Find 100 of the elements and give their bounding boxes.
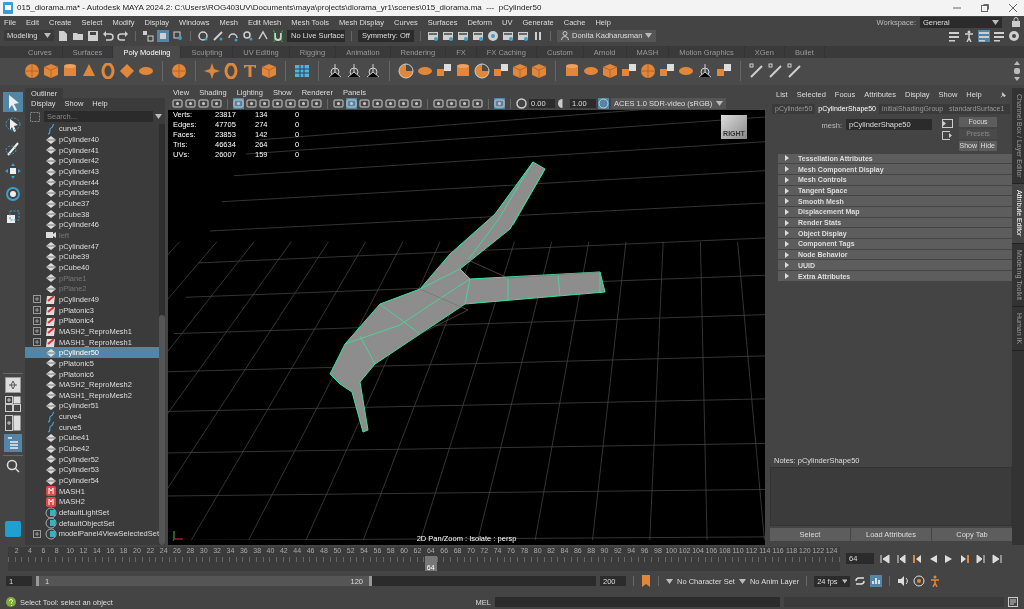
filter-icon[interactable] bbox=[30, 111, 40, 122]
diamond-icon[interactable] bbox=[119, 63, 135, 80]
caret-icon bbox=[645, 33, 653, 39]
go-to-end-icon[interactable] bbox=[992, 553, 1002, 564]
output-connection-icon[interactable] bbox=[942, 130, 953, 140]
expand-box-icon[interactable] bbox=[33, 327, 41, 336]
sphere-icon[interactable] bbox=[640, 63, 656, 80]
sound-icon[interactable] bbox=[897, 576, 910, 587]
play-forward-icon[interactable] bbox=[944, 553, 954, 564]
outliner-icon[interactable] bbox=[993, 29, 1005, 42]
single-view-layout-icon[interactable] bbox=[4, 376, 21, 393]
command-line-field[interactable] bbox=[495, 597, 780, 608]
go-to-start-icon[interactable] bbox=[880, 553, 890, 564]
mesh-node-icon bbox=[45, 400, 57, 412]
curve-icon bbox=[45, 421, 57, 434]
select-tool-icon[interactable] bbox=[2, 91, 23, 112]
camera-icon[interactable] bbox=[198, 98, 209, 110]
human-ik-icon[interactable] bbox=[963, 29, 975, 42]
step-back-frame-icon[interactable] bbox=[912, 553, 922, 564]
mash-mesh-icon bbox=[45, 336, 57, 349]
character-icon[interactable] bbox=[929, 575, 942, 588]
sphere-icon[interactable] bbox=[24, 63, 40, 80]
mesh-node-icon bbox=[45, 176, 57, 189]
pause-icon[interactable] bbox=[532, 29, 544, 42]
magnet-icon[interactable] bbox=[272, 29, 284, 42]
cube-icon[interactable] bbox=[43, 63, 59, 80]
expand-box-icon[interactable] bbox=[33, 316, 41, 325]
mesh-node-icon bbox=[45, 144, 57, 157]
cube-icon[interactable] bbox=[602, 63, 618, 80]
mesh-node-icon bbox=[45, 154, 57, 167]
outliner-layout-icon[interactable] bbox=[3, 433, 22, 452]
close-icon[interactable] bbox=[1008, 2, 1018, 13]
snap-curve-icon[interactable] bbox=[212, 29, 224, 42]
search-icon[interactable] bbox=[5, 458, 20, 473]
mesh-node-icon bbox=[45, 282, 57, 295]
scrollbar-thumb[interactable] bbox=[159, 315, 165, 546]
gizmo-icon[interactable] bbox=[327, 63, 343, 80]
mesh-node-icon bbox=[45, 357, 57, 370]
color-management-icon[interactable] bbox=[598, 98, 609, 110]
two-view-layout-icon[interactable] bbox=[4, 414, 21, 431]
cube-icon[interactable] bbox=[512, 63, 528, 80]
mesh-node-icon bbox=[45, 346, 57, 359]
notes-field[interactable] bbox=[770, 467, 1012, 527]
new-file-icon[interactable] bbox=[57, 29, 69, 42]
cube-icon[interactable] bbox=[531, 63, 547, 80]
mesh-node-icon bbox=[45, 368, 57, 380]
mash-node-icon bbox=[45, 495, 57, 508]
torus-icon[interactable] bbox=[100, 63, 116, 80]
snap-surface-icon[interactable] bbox=[257, 29, 269, 42]
mesh-node-icon bbox=[45, 378, 57, 391]
step-back-key-icon[interactable] bbox=[896, 553, 906, 564]
mesh-node-icon bbox=[45, 272, 57, 285]
mash-mesh-icon bbox=[45, 293, 57, 306]
play-backward-icon[interactable] bbox=[928, 553, 938, 564]
expand-box-icon[interactable] bbox=[33, 306, 41, 315]
expand-box-icon[interactable] bbox=[33, 338, 41, 347]
mesh-node-icon bbox=[45, 186, 57, 199]
caret-icon[interactable] bbox=[155, 114, 162, 120]
half-sphere-icon[interactable] bbox=[398, 63, 414, 80]
step-forward-key-icon[interactable] bbox=[976, 553, 986, 564]
scroll-arrows-icon[interactable] bbox=[1014, 61, 1020, 82]
settings-icon[interactable] bbox=[1008, 29, 1020, 42]
mesh-node-icon bbox=[45, 218, 57, 231]
pin-icon[interactable] bbox=[999, 90, 1006, 99]
pencil-icon[interactable] bbox=[749, 63, 765, 80]
select-object-icon[interactable] bbox=[157, 29, 169, 42]
render-view-icon[interactable] bbox=[487, 29, 499, 42]
save-icon[interactable] bbox=[87, 29, 99, 42]
key-bookmark-icon[interactable] bbox=[641, 575, 651, 588]
cache-playback-icon[interactable] bbox=[870, 575, 883, 588]
mesh-node-icon bbox=[45, 389, 57, 402]
camera-icon[interactable] bbox=[185, 98, 196, 110]
select-hierarchy-icon[interactable] bbox=[142, 29, 154, 42]
star-icon[interactable] bbox=[204, 63, 220, 80]
window-title: 015_diorama.ma* - Autodesk MAYA 2024.2: C:\Users\ROG403UV\Documents\maya\projects\diorama_yr1\scenes\015_diorama.ma --- pCylinder50 bbox=[17, 3, 542, 13]
camera-icon[interactable] bbox=[172, 98, 183, 110]
help-icon bbox=[6, 597, 16, 608]
snap-grid-icon[interactable] bbox=[197, 29, 209, 42]
four-view-layout-icon[interactable] bbox=[4, 395, 21, 412]
render-frame-icon[interactable] bbox=[427, 29, 439, 42]
redo-icon[interactable] bbox=[117, 29, 129, 42]
lock-icon[interactable] bbox=[1012, 17, 1020, 28]
mesh-node-icon bbox=[45, 442, 57, 455]
pencil-icon[interactable] bbox=[787, 63, 803, 80]
loop-icon[interactable] bbox=[854, 576, 867, 587]
auto-key-icon[interactable] bbox=[913, 575, 926, 588]
axis-icon bbox=[172, 529, 184, 542]
snap-view-icon[interactable] bbox=[242, 29, 254, 42]
sphere-icon[interactable] bbox=[171, 63, 187, 80]
expand-box-icon[interactable] bbox=[33, 295, 41, 304]
select-component-icon[interactable] bbox=[172, 29, 184, 42]
input-connection-icon[interactable] bbox=[942, 118, 953, 128]
expand-box-icon[interactable] bbox=[33, 529, 41, 538]
attribute-editor-icon[interactable] bbox=[978, 29, 990, 42]
restore-icon[interactable] bbox=[980, 2, 990, 13]
text-tool-icon[interactable] bbox=[242, 63, 258, 80]
step-forward-frame-icon[interactable] bbox=[960, 553, 970, 564]
exposure-icon[interactable] bbox=[516, 98, 527, 110]
script-editor-icon[interactable] bbox=[1008, 597, 1018, 608]
undo-icon[interactable] bbox=[102, 29, 114, 42]
